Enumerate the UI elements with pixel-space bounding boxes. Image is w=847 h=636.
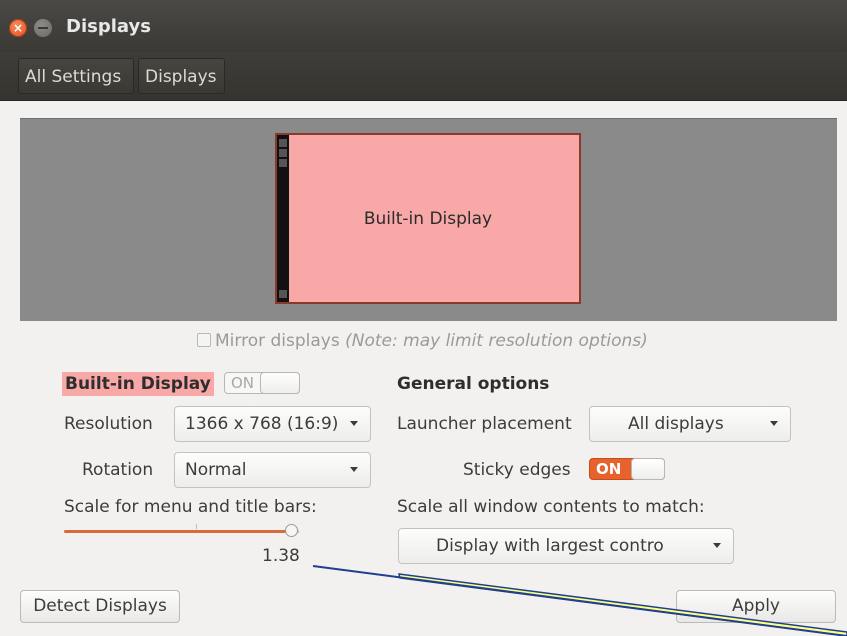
launcher-placement-dropdown[interactable]: All displays xyxy=(589,406,791,442)
scale-value: 1.38 xyxy=(262,546,300,566)
display-section-title: Built-in Display xyxy=(62,372,214,396)
scale-all-value: Display with largest contro xyxy=(436,536,664,556)
sticky-edges-switch[interactable]: ON xyxy=(589,458,665,480)
scale-menu-label: Scale for menu and title bars: xyxy=(64,497,317,517)
checkbox-icon[interactable] xyxy=(197,333,211,347)
breadcrumb-all-settings[interactable]: All Settings xyxy=(18,58,134,94)
toolbar: All Settings Displays xyxy=(0,52,847,101)
close-icon[interactable]: × xyxy=(9,19,27,37)
title-bar: × Displays xyxy=(0,0,847,52)
scale-all-dropdown[interactable]: Display with largest contro xyxy=(398,528,734,564)
resolution-label: Resolution xyxy=(64,414,153,434)
breadcrumb-displays[interactable]: Displays xyxy=(138,58,225,94)
window-title: Displays xyxy=(66,16,151,37)
minimize-icon[interactable] xyxy=(34,19,52,37)
switch-label: ON xyxy=(231,374,255,392)
launcher-placement-value: All displays xyxy=(628,414,724,434)
detect-displays-button[interactable]: Detect Displays xyxy=(20,590,180,623)
scale-slider-handle[interactable] xyxy=(285,524,298,537)
launcher-placement-label: Launcher placement xyxy=(397,414,572,434)
display-power-switch[interactable]: ON xyxy=(224,372,300,394)
sticky-edges-label: Sticky edges xyxy=(463,460,571,480)
scale-slider-track[interactable] xyxy=(64,530,291,533)
mirror-label: Mirror displays xyxy=(215,331,340,351)
resolution-value: 1366 x 768 (16:9) xyxy=(185,414,339,434)
mirror-displays-checkbox[interactable]: Mirror displays (Note: may limit resolut… xyxy=(197,331,648,351)
scale-all-label: Scale all window contents to match: xyxy=(397,497,705,517)
switch-knob[interactable] xyxy=(260,372,300,394)
apply-button[interactable]: Apply xyxy=(676,590,836,623)
monitor-preview[interactable]: Built-in Display xyxy=(275,133,581,304)
general-options-title: General options xyxy=(397,374,550,394)
mirror-note: (Note: may limit resolution options) xyxy=(345,331,648,351)
rotation-value: Normal xyxy=(185,460,247,480)
rotation-label: Rotation xyxy=(82,460,154,480)
chevron-down-icon xyxy=(713,543,721,548)
switch-label: ON xyxy=(596,460,622,478)
resolution-dropdown[interactable]: 1366 x 768 (16:9) xyxy=(174,406,371,442)
monitor-label: Built-in Display xyxy=(363,209,493,229)
switch-knob[interactable] xyxy=(631,458,665,480)
rotation-dropdown[interactable]: Normal xyxy=(174,452,371,488)
chevron-down-icon xyxy=(350,421,358,426)
chevron-down-icon xyxy=(350,467,358,472)
chevron-down-icon xyxy=(770,421,778,426)
slider-tick xyxy=(196,524,197,529)
